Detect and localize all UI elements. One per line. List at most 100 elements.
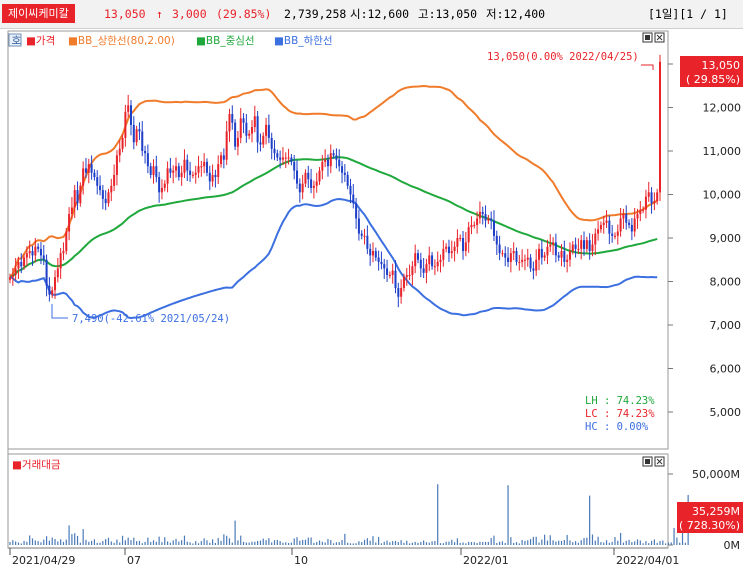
volume-bar [515,542,518,545]
candle-body [99,185,102,191]
candle-body [281,157,284,160]
legend-bb-mid[interactable]: ■BB_중심선 [196,35,255,47]
candle-body [287,157,290,159]
volume-bar [462,542,464,545]
volume-bar [110,541,112,545]
volume-bar [186,541,188,545]
volume-bar [541,539,543,545]
candle-body [653,201,656,204]
volume-bar [121,535,124,545]
x-tick-label: 2021/04/29 [12,554,75,567]
candle-body [20,261,23,267]
volume-bar [76,535,79,545]
candle-body [605,220,608,223]
legend-volume[interactable]: ■거래대금 [12,459,61,471]
candle-body [498,244,501,254]
volume-bar [183,535,186,545]
volume-bar [200,541,202,545]
volume-bar [203,538,205,545]
candle-body [231,114,234,123]
legend-bb-upper[interactable]: ■BB_상한선(80,2.00) [68,35,175,47]
volume-bar [293,538,295,545]
candle-body [298,183,301,193]
volume-bar [29,535,31,545]
candle-body [549,244,552,247]
candle-body [146,153,149,167]
volume-bar [572,542,574,545]
candle-body [431,255,434,267]
volume-bar [499,541,501,545]
candle-body [259,142,262,145]
candle-body [332,153,335,156]
candle-body [515,251,518,262]
volume-bar [307,537,309,545]
volume-bar [147,537,149,545]
y-tick-label: 5,000 [710,406,742,419]
candle-body [84,168,87,173]
volume-bar [366,538,368,545]
volume-bar [316,542,318,545]
volume-bar [130,540,132,545]
volume-badge: 35,259M ( 728.30%) [677,502,743,533]
volume-bar [445,541,447,545]
y-tick-label: 6,000 [710,363,742,376]
candle-body [478,211,481,219]
period-selector[interactable]: [1일][1 / 1] [648,7,728,21]
volume-bar [248,542,250,545]
candle-body [568,251,571,260]
volume-bar [242,541,245,545]
stock-name-badge[interactable]: 제이씨케미칼 [2,4,75,23]
candle-body [51,290,54,295]
candle-body [242,118,245,123]
volume-bar [431,541,433,545]
candle-body [529,257,532,269]
volume-bar [107,537,110,545]
candle-body [200,166,203,168]
candle-body [639,209,642,215]
candle-body [318,170,321,182]
candle-body [467,227,470,243]
candle-body [273,148,276,154]
candle-body [54,277,57,291]
candle-body [487,218,490,221]
volume-bar [389,542,391,545]
candle-body [630,224,633,232]
volume-bar [622,542,625,545]
candle-body [245,122,248,136]
candle-body [633,218,636,232]
volume-bar [34,540,36,545]
change-amount: 3,000 [172,7,207,21]
volume-bar [197,543,200,545]
volume-bar [448,541,450,545]
candle-body [366,235,369,249]
candle-body [383,264,386,269]
volume-bar [43,539,45,545]
candle-body [433,266,436,268]
volume-bar [40,542,42,545]
volume-bar [555,541,557,545]
volume-bar [527,540,529,545]
range-stats: LH : 74.23% LC : 74.23% HC : 0.00% [585,395,655,433]
price-panel-tag-glyph: 호 [12,35,22,47]
volume-bar [397,542,399,545]
volume-bar [566,534,568,545]
volume-bar [538,542,540,545]
volume-bar [296,537,298,545]
volume-bar [23,540,25,545]
candle-body [90,164,93,173]
volume-bar [504,543,506,545]
volume-bar [451,539,453,545]
legend-price[interactable]: ■가격 [26,34,55,47]
volume-bar [645,541,647,545]
volume-bar [586,537,588,545]
volume-bar [338,542,340,545]
candle-body [571,244,574,252]
volume-bar [287,543,290,545]
candle-body [509,253,512,262]
candle-body [526,257,529,260]
candle-body [321,161,324,171]
legend-bb-lower[interactable]: ■BB_하한선 [274,34,333,47]
volume-bar [231,542,233,545]
volume-bar [62,541,65,545]
candle-body [343,172,346,175]
